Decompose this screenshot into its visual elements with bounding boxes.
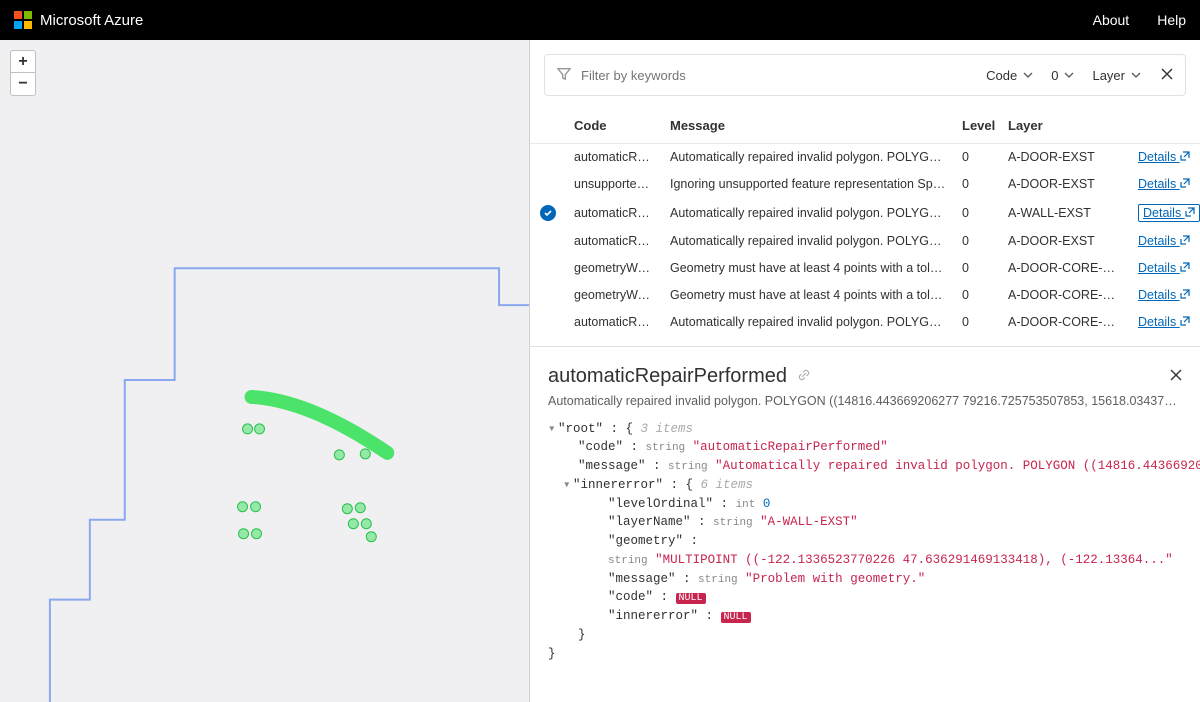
filter-close-button[interactable] [1155,68,1173,83]
cell-layer: A-WALL-EXST [1000,198,1130,228]
details-link[interactable]: Details [1138,288,1190,302]
filter-level-label: 0 [1051,68,1058,83]
polygon-outline [50,268,529,702]
col-layer[interactable]: Layer [1000,108,1130,144]
repair-arc [252,397,388,453]
col-level[interactable]: Level [954,108,1000,144]
zoom-control: + − [10,50,36,96]
table-row[interactable]: automaticRepair...Automatically repaired… [530,228,1200,255]
cell-code: automaticRepair... [566,309,662,336]
copy-link-icon[interactable] [797,368,811,385]
detail-subtitle: Automatically repaired invalid polygon. … [548,394,1182,408]
table-row[interactable]: geometryWarningGeometry must have at lea… [530,255,1200,282]
filter-code-label: Code [986,68,1017,83]
detail-title: automaticRepairPerformed [548,365,787,388]
cell-message: Automatically repaired invalid polygon. … [662,198,954,228]
cell-message: Geometry must have at least 4 points wit… [662,255,954,282]
cell-level: 0 [954,309,1000,336]
details-link[interactable]: Details [1138,150,1190,164]
top-bar: Microsoft Azure About Help [0,0,1200,40]
details-link[interactable]: Details [1138,177,1190,191]
issues-table: Code Message Level Layer automaticRepair… [530,108,1200,336]
chevron-down-icon [1131,70,1141,80]
chevron-down-icon [1064,70,1074,80]
details-link[interactable]: Details [1138,234,1190,248]
cell-code: geometryWarning [566,282,662,309]
cell-level: 0 [954,282,1000,309]
cell-code: automaticRepair... [566,228,662,255]
cell-code: automaticRepair... [566,198,662,228]
zoom-out-button[interactable]: − [11,73,35,95]
details-link[interactable]: Details [1138,315,1190,329]
cell-code: geometryWarning [566,255,662,282]
azure-logo-icon [14,11,32,29]
details-link[interactable]: Details [1138,204,1200,222]
cell-code: automaticRepair... [566,144,662,171]
filter-input[interactable] [581,68,972,83]
filter-bar: Code 0 Layer [544,54,1186,96]
repair-points [238,424,377,542]
filter-icon [557,67,571,84]
cell-message: Automatically repaired invalid polygon. … [662,144,954,171]
cell-message: Automatically repaired invalid polygon. … [662,309,954,336]
cell-message: Ignoring unsupported feature representat… [662,171,954,198]
filter-level-dropdown[interactable]: 0 [1047,68,1078,83]
table-row[interactable]: unsupportedFeat...Ignoring unsupported f… [530,171,1200,198]
cell-level: 0 [954,255,1000,282]
map-pane[interactable]: + − [0,40,530,702]
chevron-down-icon [1023,70,1033,80]
map-canvas[interactable] [0,40,529,702]
cell-layer: A-DOOR-EXST [1000,144,1130,171]
col-code[interactable]: Code [566,108,662,144]
selected-indicator-icon [540,205,556,221]
filter-code-dropdown[interactable]: Code [982,68,1037,83]
cell-message: Automatically repaired invalid polygon. … [662,228,954,255]
cell-message: Geometry must have at least 4 points wit… [662,282,954,309]
cell-layer: A-DOOR-CORE-EXST [1000,282,1130,309]
table-row[interactable]: geometryWarningGeometry must have at lea… [530,282,1200,309]
cell-code: unsupportedFeat... [566,171,662,198]
cell-level: 0 [954,198,1000,228]
cell-layer: A-DOOR-CORE-EXST [1000,309,1130,336]
brand-text: Microsoft Azure [40,12,143,29]
filter-layer-dropdown[interactable]: Layer [1088,68,1145,83]
table-row[interactable]: automaticRepair...Automatically repaired… [530,309,1200,336]
filter-layer-label: Layer [1092,68,1125,83]
help-link[interactable]: Help [1157,12,1186,28]
brand: Microsoft Azure [14,11,143,29]
side-pane: Code 0 Layer Code [530,40,1200,702]
cell-layer: A-DOOR-EXST [1000,171,1130,198]
cell-level: 0 [954,228,1000,255]
table-row[interactable]: automaticRepair...Automatically repaired… [530,198,1200,228]
details-link[interactable]: Details [1138,261,1190,275]
cell-layer: A-DOOR-EXST [1000,228,1130,255]
table-row[interactable]: automaticRepair...Automatically repaired… [530,144,1200,171]
cell-layer: A-DOOR-CORE-EXST [1000,255,1130,282]
json-tree[interactable]: ▾"root" : { 3 items "code" : string "aut… [548,420,1182,664]
cell-level: 0 [954,144,1000,171]
about-link[interactable]: About [1093,12,1130,28]
workspace: + − Code [0,40,1200,702]
detail-close-button[interactable] [1164,369,1182,384]
detail-panel: automaticRepairPerformed Automatically r… [530,346,1200,702]
zoom-in-button[interactable]: + [11,51,35,73]
cell-level: 0 [954,171,1000,198]
col-message[interactable]: Message [662,108,954,144]
